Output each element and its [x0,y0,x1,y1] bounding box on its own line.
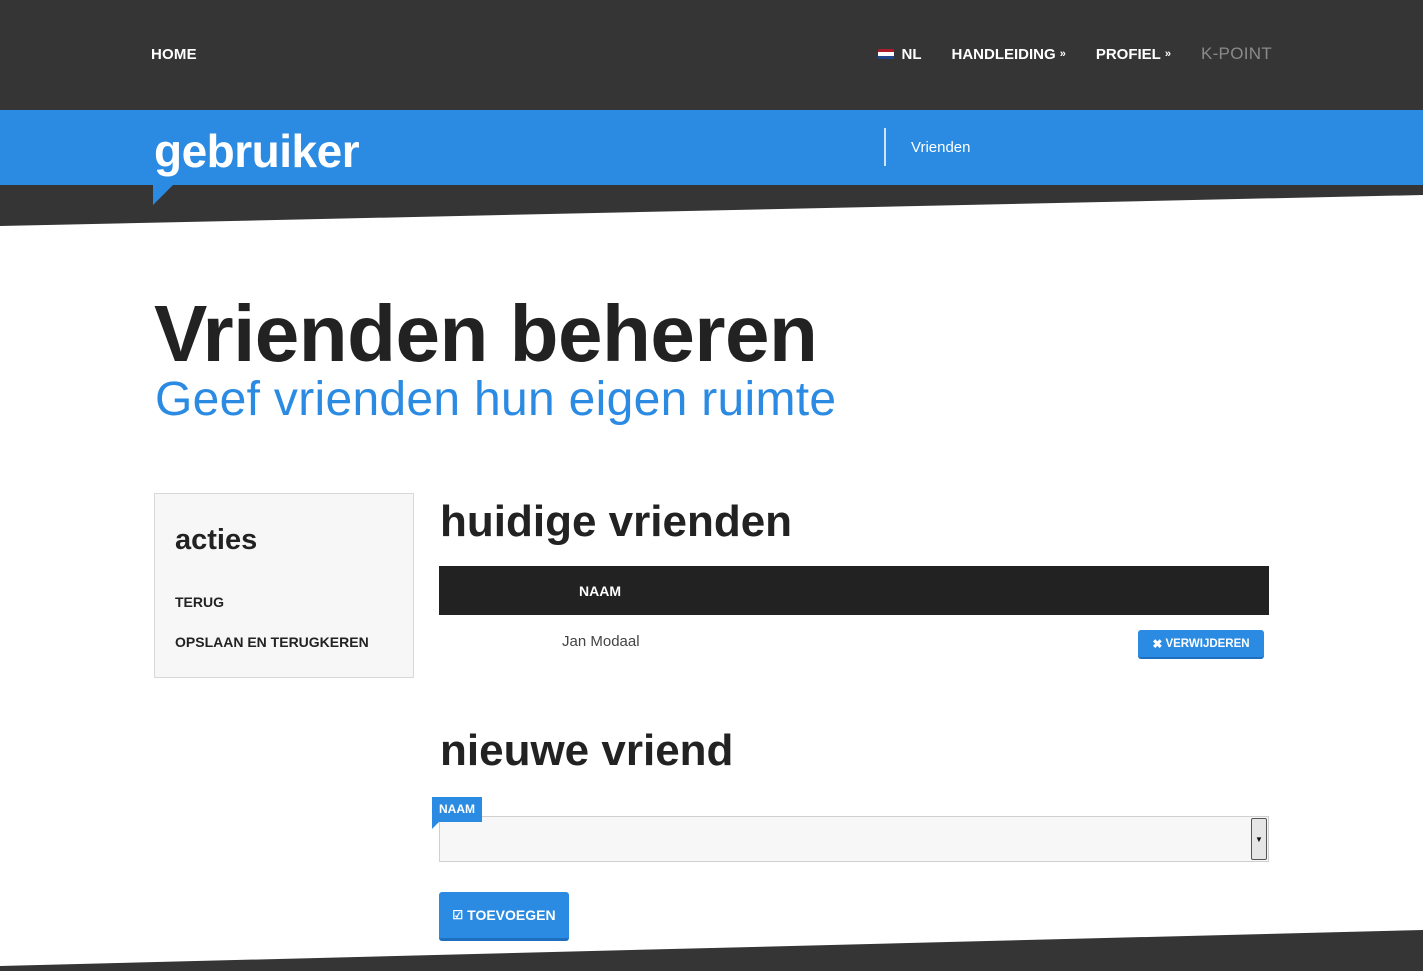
language-label: NL [901,45,922,63]
page-title: Vrienden beheren [154,289,818,378]
table-row: Jan Modaal ✖ VERWIJDEREN [439,615,1269,670]
friend-name-select[interactable]: ▼ [439,816,1269,862]
nav-profile-label: PROFIEL [1095,45,1161,63]
remove-friend-button[interactable]: ✖ VERWIJDEREN [1138,630,1264,659]
close-icon: ✖ [1152,636,1163,651]
dutch-flag-icon [877,48,894,60]
kpoint-brand-link[interactable]: K-POINT [1201,44,1272,64]
section-header-bar: gebruiker Vrienden [0,110,1423,205]
name-field-label: NAAM [432,797,482,822]
double-chevron-down-icon: » [1164,47,1171,60]
check-square-icon: ☑ [452,908,464,922]
header-divider [884,128,886,166]
language-switcher[interactable]: NL [877,45,922,63]
nav-right-group: NL HANDLEIDING » PROFIEL » K-POINT [877,44,1272,64]
column-header-name: NAAM [579,583,621,599]
remove-button-label: VERWIJDEREN [1165,637,1250,650]
section-brand: gebruiker [154,125,360,177]
nav-profile-dropdown[interactable]: PROFIEL » [1096,46,1171,63]
dropdown-arrow-icon[interactable]: ▼ [1251,818,1267,860]
actions-title: acties [175,524,258,556]
friends-table-header: NAAM [439,566,1269,615]
brand-pointer [153,185,173,205]
breadcrumb-vrienden[interactable]: Vrienden [911,139,971,156]
page-subtitle: Geef vrienden hun eigen ruimte [155,373,837,426]
current-friends-title: huidige vrienden [440,497,793,546]
actions-panel: acties TERUG OPSLAAN EN TERUGKEREN [154,493,414,678]
back-link[interactable]: TERUG [175,594,224,610]
page: HOME NL HANDLEIDING » PROFIEL » K-POINT … [0,0,1423,971]
friend-name: Jan Modaal [562,633,640,650]
new-friend-title: nieuwe vriend [440,726,734,775]
nav-home-link[interactable]: HOME [151,46,197,63]
top-navigation: HOME NL HANDLEIDING » PROFIEL » K-POINT [0,0,1423,110]
nav-manual-dropdown[interactable]: HANDLEIDING » [952,46,1066,63]
label-pointer [432,822,439,829]
save-and-return-link[interactable]: OPSLAAN EN TERUGKEREN [175,634,369,650]
double-chevron-down-icon: » [1059,47,1066,60]
add-button-label: TOEVOEGEN [467,907,556,923]
nav-manual-label: HANDLEIDING [951,45,1056,63]
add-friend-button[interactable]: ☑ TOEVOEGEN [439,892,569,941]
